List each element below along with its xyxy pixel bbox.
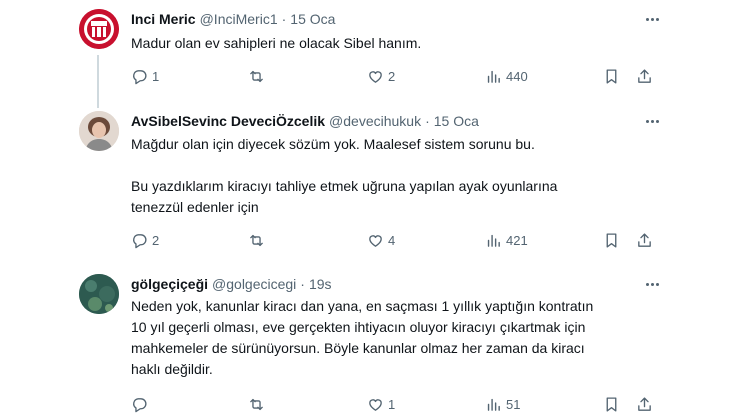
tweet-text-line: tenezzül edenler için — [131, 199, 259, 215]
more-options-button[interactable] — [642, 111, 662, 131]
avatar-photo-icon — [79, 111, 119, 151]
views-button[interactable]: 440 — [485, 66, 528, 86]
tweet-text: Neden yok, kanunlar kiracı dan yana, en … — [131, 296, 671, 380]
tweet-header: gölgeçiçeği @golgecicegi · 19s — [131, 274, 332, 294]
tweet[interactable]: gölgeçiçeği @golgecicegi · 19s Neden yok… — [0, 264, 730, 420]
share-icon — [638, 396, 651, 411]
like-count: 2 — [388, 68, 396, 84]
more-options-button[interactable] — [642, 9, 662, 29]
retweet-button[interactable] — [248, 394, 269, 414]
retweet-icon — [250, 398, 263, 410]
tweet-text-line: Madur olan ev sahipleri ne olacak Sibel … — [131, 35, 422, 51]
tweet-text-line: haklı değildir. — [131, 361, 213, 377]
more-icon — [645, 282, 649, 286]
avatar-photo-icon — [79, 274, 119, 314]
action-bar: 1 51 — [131, 394, 656, 414]
user-handle[interactable]: @InciMeric1 — [200, 11, 278, 27]
timestamp[interactable]: 15 Oca — [434, 113, 479, 129]
bookmark-icon — [606, 396, 617, 412]
like-count: 4 — [388, 232, 396, 248]
share-icon — [638, 232, 651, 247]
views-icon — [487, 70, 500, 83]
reply-icon — [133, 233, 147, 248]
avatar[interactable] — [79, 9, 119, 49]
tweet-text: Mağdur olan için diyecek sözüm yok. Maal… — [131, 134, 671, 218]
like-button[interactable]: 2 — [367, 66, 395, 86]
view-count: 440 — [506, 68, 528, 84]
user-handle[interactable]: @devecihukuk — [329, 113, 421, 129]
tweet-text-line: 10 yıl geçerli olması, eve gerçekten iht… — [131, 319, 586, 335]
tweet[interactable]: AvSibelSevinc DeveciÖzcelik @devecihukuk… — [0, 104, 730, 264]
tweet-header: Inci Meric @InciMeric1 · 15 Oca — [131, 9, 335, 29]
action-bar: 2 4 421 — [131, 230, 656, 250]
separator-dot: · — [425, 113, 430, 129]
more-icon — [645, 17, 649, 21]
display-name[interactable]: Inci Meric — [131, 11, 196, 27]
tweet-text-line: Neden yok, kanunlar kiracı dan yana, en … — [131, 298, 594, 314]
views-icon — [487, 398, 500, 411]
more-options-button[interactable] — [642, 274, 662, 294]
display-name[interactable]: AvSibelSevinc DeveciÖzcelik — [131, 113, 325, 129]
like-button[interactable]: 1 — [367, 394, 395, 414]
like-icon — [369, 70, 382, 83]
action-bar: 1 2 440 — [131, 66, 656, 86]
timestamp[interactable]: 15 Oca — [290, 11, 335, 27]
like-icon — [369, 234, 382, 247]
timestamp[interactable]: 19s — [309, 276, 332, 292]
bookmark-button[interactable] — [603, 66, 620, 86]
views-button[interactable]: 51 — [485, 394, 520, 414]
share-button[interactable] — [636, 394, 653, 414]
bookmark-icon — [606, 68, 617, 84]
bookmark-button[interactable] — [603, 230, 620, 250]
avatar[interactable] — [79, 274, 119, 314]
separator-dot: · — [300, 276, 305, 292]
retweet-button[interactable] — [248, 66, 269, 86]
avatar-logo-icon — [79, 9, 119, 49]
retweet-icon — [250, 234, 263, 246]
tweet-header: AvSibelSevinc DeveciÖzcelik @devecihukuk… — [131, 111, 479, 131]
reply-button[interactable]: 2 — [131, 230, 159, 250]
bookmark-button[interactable] — [603, 394, 620, 414]
tweet-text-line: mahkemeler de sürünüyorsun. Böyle kanunl… — [131, 340, 585, 356]
share-icon — [638, 68, 651, 83]
separator-dot: · — [281, 11, 287, 27]
views-button[interactable]: 421 — [485, 230, 528, 250]
display-name[interactable]: gölgeçiçeği — [131, 276, 208, 292]
bookmark-icon — [606, 232, 617, 248]
share-button[interactable] — [636, 230, 653, 250]
avatar[interactable] — [79, 111, 119, 151]
like-icon — [369, 398, 382, 411]
views-icon — [487, 234, 500, 247]
reply-count: 2 — [152, 232, 160, 248]
reply-button[interactable] — [131, 394, 152, 414]
tweet[interactable]: Inci Meric @InciMeric1 · 15 Oca Madur ol… — [0, 0, 730, 104]
like-button[interactable]: 4 — [367, 230, 395, 250]
reply-icon — [133, 397, 147, 412]
retweet-icon — [250, 70, 263, 82]
reply-count: 1 — [152, 68, 160, 84]
retweet-button[interactable] — [248, 230, 269, 250]
reply-button[interactable]: 1 — [131, 66, 159, 86]
view-count: 421 — [506, 232, 528, 248]
tweet-text-line: Bu yazdıklarım kiracıyı tahliye etmek uğ… — [131, 178, 558, 194]
reply-icon — [133, 69, 147, 84]
more-icon — [645, 119, 649, 123]
user-handle[interactable]: @golgecicegi — [212, 276, 296, 292]
like-count: 1 — [388, 396, 396, 412]
tweet-text: Madur olan ev sahipleri ne olacak Sibel … — [131, 33, 671, 54]
tweet-text-line: Mağdur olan için diyecek sözüm yok. Maal… — [131, 136, 535, 152]
share-button[interactable] — [636, 66, 653, 86]
view-count: 51 — [506, 396, 521, 412]
